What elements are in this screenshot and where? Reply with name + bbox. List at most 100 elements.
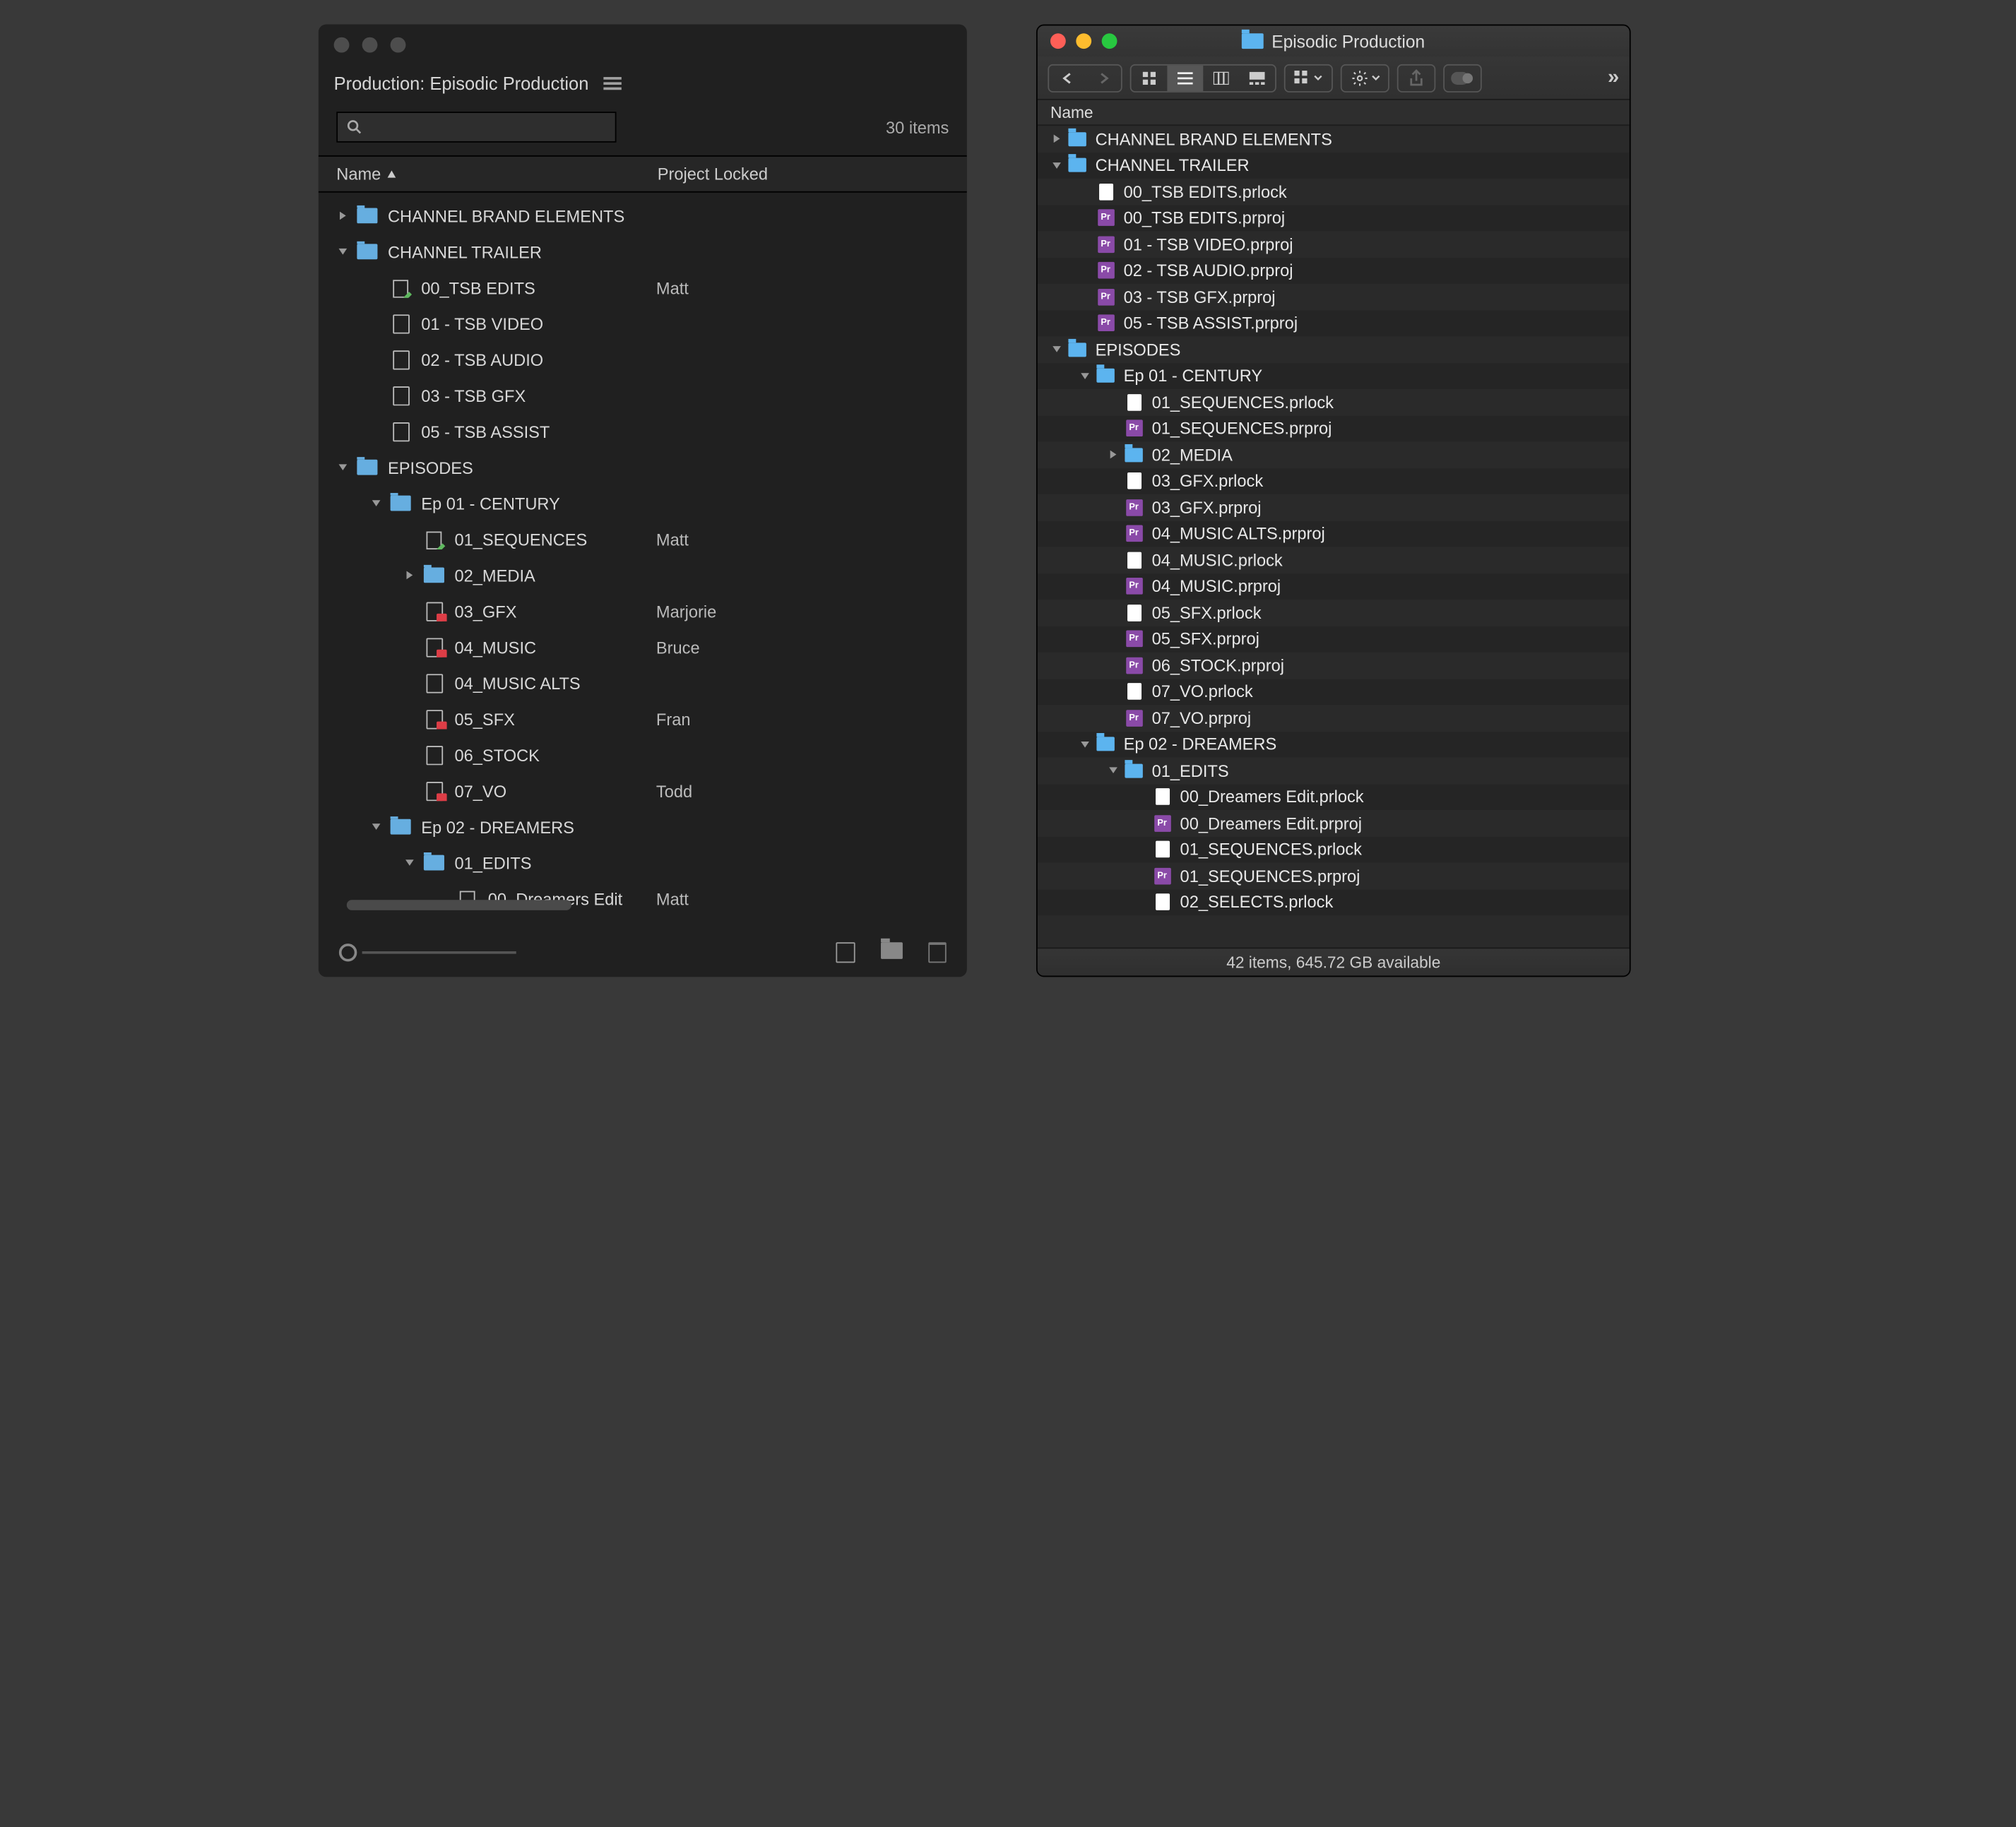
file-row[interactable]: CHANNEL BRAND ELEMENTS	[1038, 126, 1630, 152]
project-locked-icon	[424, 780, 444, 801]
file-row[interactable]: Pr01_SEQUENCES.prproj	[1038, 863, 1630, 889]
tree-row[interactable]: CHANNEL BRAND ELEMENTS	[319, 198, 967, 234]
disclosure-triangle[interactable]	[1079, 739, 1091, 750]
file-row[interactable]: Pr00_Dreamers Edit.prproj	[1038, 810, 1630, 836]
zoom-slider-track[interactable]	[362, 951, 516, 954]
file-row[interactable]: 01_SEQUENCES.prlock	[1038, 389, 1630, 415]
file-row[interactable]: Pr05_SFX.prproj	[1038, 626, 1630, 652]
back-button[interactable]	[1049, 65, 1085, 90]
tree-row[interactable]: 06_STOCK	[319, 737, 967, 773]
disclosure-triangle[interactable]	[336, 209, 349, 222]
file-row[interactable]: 01_SEQUENCES.prlock	[1038, 836, 1630, 862]
file-row[interactable]: CHANNEL TRAILER	[1038, 152, 1630, 178]
tree-row[interactable]: 05 - TSB ASSIST	[319, 413, 967, 449]
toolbar-overflow-icon[interactable]: »	[1608, 66, 1619, 90]
file-row[interactable]: EPISODES	[1038, 336, 1630, 362]
file-row[interactable]: 02_SELECTS.prlock	[1038, 889, 1630, 915]
panel-menu-icon[interactable]	[604, 77, 622, 90]
tree-row[interactable]: CHANNEL TRAILER	[319, 234, 967, 270]
tree-row[interactable]: 02_MEDIA	[319, 557, 967, 593]
project-icon	[391, 385, 411, 405]
disclosure-triangle[interactable]	[403, 569, 416, 581]
file-icon	[1125, 551, 1142, 569]
icon-view-button[interactable]	[1131, 65, 1167, 90]
file-row[interactable]: 04_MUSIC.prlock	[1038, 547, 1630, 573]
item-label: EPISODES	[388, 458, 473, 477]
file-row[interactable]: Pr05 - TSB ASSIST.prproj	[1038, 310, 1630, 336]
tree-row[interactable]: Ep 02 - DREAMERS	[319, 809, 967, 845]
file-row[interactable]: Pr02 - TSB AUDIO.prproj	[1038, 257, 1630, 283]
new-bin-icon[interactable]	[881, 942, 903, 959]
file-row[interactable]: Pr07_VO.prproj	[1038, 705, 1630, 731]
file-row[interactable]: Pr04_MUSIC.prproj	[1038, 573, 1630, 600]
action-menu[interactable]	[1341, 64, 1389, 92]
finder-file-list[interactable]: CHANNEL BRAND ELEMENTSCHANNEL TRAILER00_…	[1038, 126, 1630, 942]
file-row[interactable]: Ep 02 - DREAMERS	[1038, 731, 1630, 757]
zoom-light[interactable]	[391, 37, 406, 53]
tree-row[interactable]: EPISODES	[319, 449, 967, 485]
disclosure-triangle[interactable]	[336, 461, 349, 474]
file-row[interactable]: 03_GFX.prlock	[1038, 468, 1630, 494]
tree-row[interactable]: 00_TSB EDITSMatt	[319, 270, 967, 306]
tree-row[interactable]: 01_SEQUENCESMatt	[319, 521, 967, 557]
name-column-header[interactable]: Name	[336, 165, 657, 184]
tags-button[interactable]	[1443, 64, 1482, 92]
file-row[interactable]: 00_TSB EDITS.prlock	[1038, 179, 1630, 205]
project-tree[interactable]: CHANNEL BRAND ELEMENTSCHANNEL TRAILER00_…	[319, 193, 967, 924]
close-button[interactable]	[1050, 33, 1066, 49]
column-view-button[interactable]	[1203, 65, 1239, 90]
disclosure-triangle[interactable]	[403, 856, 416, 869]
list-view-button[interactable]	[1167, 65, 1203, 90]
minimize-button[interactable]	[1076, 33, 1091, 49]
arrange-menu[interactable]	[1284, 64, 1333, 92]
file-row[interactable]: Pr06_STOCK.prproj	[1038, 652, 1630, 678]
gallery-view-button[interactable]	[1239, 65, 1275, 90]
finder-column-header[interactable]: Name	[1038, 100, 1630, 126]
tree-row[interactable]: 03_GFXMarjorie	[319, 593, 967, 629]
disclosure-triangle[interactable]	[1079, 371, 1091, 381]
file-row[interactable]: Pr03_GFX.prproj	[1038, 494, 1630, 520]
tree-row[interactable]: 03 - TSB GFX	[319, 377, 967, 413]
tree-row[interactable]: 02 - TSB AUDIO	[319, 342, 967, 378]
disclosure-triangle[interactable]	[1107, 450, 1120, 460]
file-row[interactable]: 02_MEDIA	[1038, 441, 1630, 468]
zoom-slider-knob[interactable]	[339, 944, 357, 961]
file-row[interactable]: 01_EDITS	[1038, 758, 1630, 784]
tree-row[interactable]: 01_EDITS	[319, 845, 967, 881]
disclosure-triangle[interactable]	[1050, 160, 1063, 171]
tree-row[interactable]: 04_MUSICBruce	[319, 629, 967, 665]
horizontal-scrollbar[interactable]	[347, 898, 967, 913]
locked-column-header[interactable]: Project Locked	[658, 165, 949, 184]
file-row[interactable]: Pr01 - TSB VIDEO.prproj	[1038, 231, 1630, 257]
close-light[interactable]	[334, 37, 350, 53]
share-button[interactable]	[1397, 64, 1436, 92]
search-row: 30 items	[319, 104, 967, 155]
zoom-button[interactable]	[1102, 33, 1117, 49]
file-icon	[1125, 472, 1142, 489]
file-row[interactable]: Pr04_MUSIC ALTS.prproj	[1038, 520, 1630, 547]
file-row[interactable]: Ep 01 - CENTURY	[1038, 363, 1630, 389]
disclosure-triangle[interactable]	[370, 821, 383, 833]
disclosure-triangle[interactable]	[1050, 345, 1063, 355]
tree-row[interactable]: Ep 01 - CENTURY	[319, 485, 967, 521]
file-icon	[1125, 393, 1142, 411]
tree-row[interactable]: 05_SFXFran	[319, 701, 967, 737]
tree-row[interactable]: 07_VOTodd	[319, 773, 967, 809]
delete-icon[interactable]	[928, 942, 946, 963]
file-row[interactable]: 05_SFX.prlock	[1038, 600, 1630, 626]
forward-button[interactable]	[1085, 65, 1121, 90]
disclosure-triangle[interactable]	[1107, 766, 1120, 776]
file-row[interactable]: 07_VO.prlock	[1038, 679, 1630, 705]
minimize-light[interactable]	[362, 37, 378, 53]
file-row[interactable]: Pr01_SEQUENCES.prproj	[1038, 415, 1630, 441]
tree-row[interactable]: 04_MUSIC ALTS	[319, 665, 967, 701]
search-input[interactable]	[336, 112, 616, 143]
file-row[interactable]: Pr03 - TSB GFX.prproj	[1038, 284, 1630, 310]
new-item-icon[interactable]	[836, 942, 855, 963]
disclosure-triangle[interactable]	[336, 245, 349, 258]
file-row[interactable]: Pr00_TSB EDITS.prproj	[1038, 205, 1630, 231]
tree-row[interactable]: 01 - TSB VIDEO	[319, 306, 967, 342]
disclosure-triangle[interactable]	[1050, 134, 1063, 145]
disclosure-triangle[interactable]	[370, 496, 383, 509]
file-row[interactable]: 00_Dreamers Edit.prlock	[1038, 784, 1630, 810]
